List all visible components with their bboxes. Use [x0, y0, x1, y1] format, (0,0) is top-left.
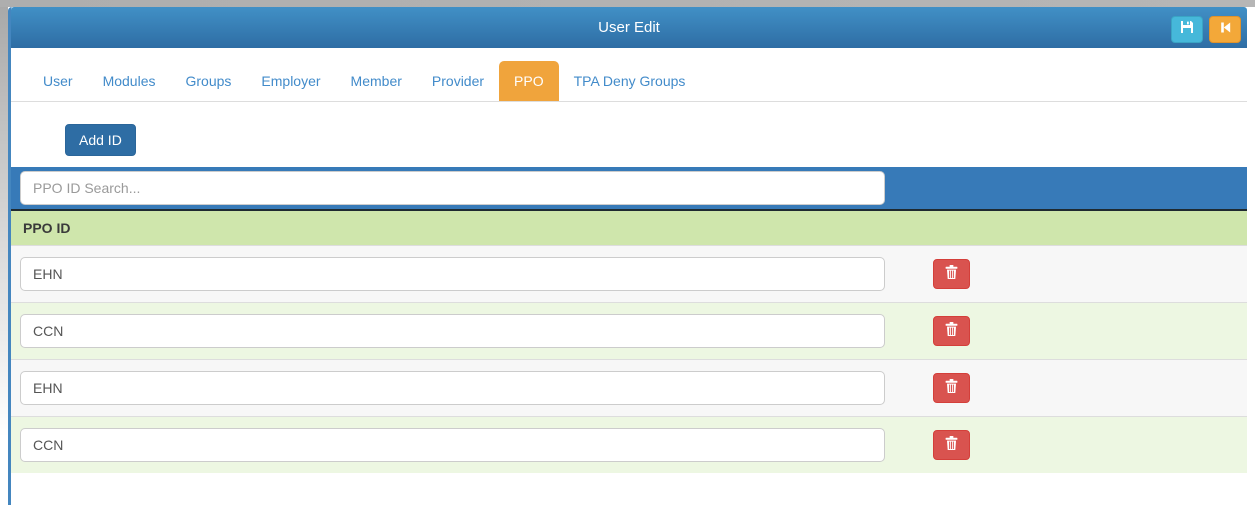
- delete-row-button[interactable]: [933, 316, 970, 346]
- tab-member[interactable]: Member: [336, 61, 417, 101]
- floppy-save-icon: [1180, 20, 1194, 39]
- search-strip: [11, 167, 1247, 209]
- ppo-id-input[interactable]: [20, 257, 885, 291]
- table-row: [11, 416, 1247, 473]
- ppo-id-table: PPO ID: [11, 209, 1247, 473]
- tab-employer[interactable]: Employer: [246, 61, 335, 101]
- trash-icon: [945, 436, 958, 455]
- back-button[interactable]: [1209, 16, 1241, 43]
- page-title: User Edit: [598, 19, 660, 36]
- table-row: [11, 302, 1247, 359]
- tab-groups[interactable]: Groups: [170, 61, 246, 101]
- page-top-margin: [0, 0, 1255, 7]
- panel-header: User Edit: [11, 7, 1247, 48]
- tab-provider[interactable]: Provider: [417, 61, 499, 101]
- trash-icon: [945, 379, 958, 398]
- ppo-id-input[interactable]: [20, 428, 885, 462]
- table-row: [11, 245, 1247, 302]
- header-button-group: [1171, 16, 1241, 43]
- user-edit-panel: User Edit: [8, 7, 1247, 505]
- tab-tpa-deny-groups[interactable]: TPA Deny Groups: [559, 61, 701, 101]
- ppo-id-input[interactable]: [20, 314, 885, 348]
- ppo-id-input[interactable]: [20, 371, 885, 405]
- tab-bar: User Modules Groups Employer Member Prov…: [11, 61, 1247, 102]
- table-row: [11, 359, 1247, 416]
- trash-icon: [945, 265, 958, 284]
- page-left-margin: [0, 7, 8, 513]
- ppo-id-search-input[interactable]: [20, 171, 885, 205]
- trash-icon: [945, 322, 958, 341]
- table-header-ppo-id: PPO ID: [11, 211, 1247, 245]
- add-id-button[interactable]: Add ID: [65, 124, 136, 156]
- tab-modules[interactable]: Modules: [88, 61, 171, 101]
- step-backward-icon: [1219, 21, 1232, 39]
- save-button[interactable]: [1171, 16, 1203, 43]
- delete-row-button[interactable]: [933, 430, 970, 460]
- delete-row-button[interactable]: [933, 259, 970, 289]
- tab-user[interactable]: User: [28, 61, 88, 101]
- tab-ppo[interactable]: PPO: [499, 61, 559, 101]
- delete-row-button[interactable]: [933, 373, 970, 403]
